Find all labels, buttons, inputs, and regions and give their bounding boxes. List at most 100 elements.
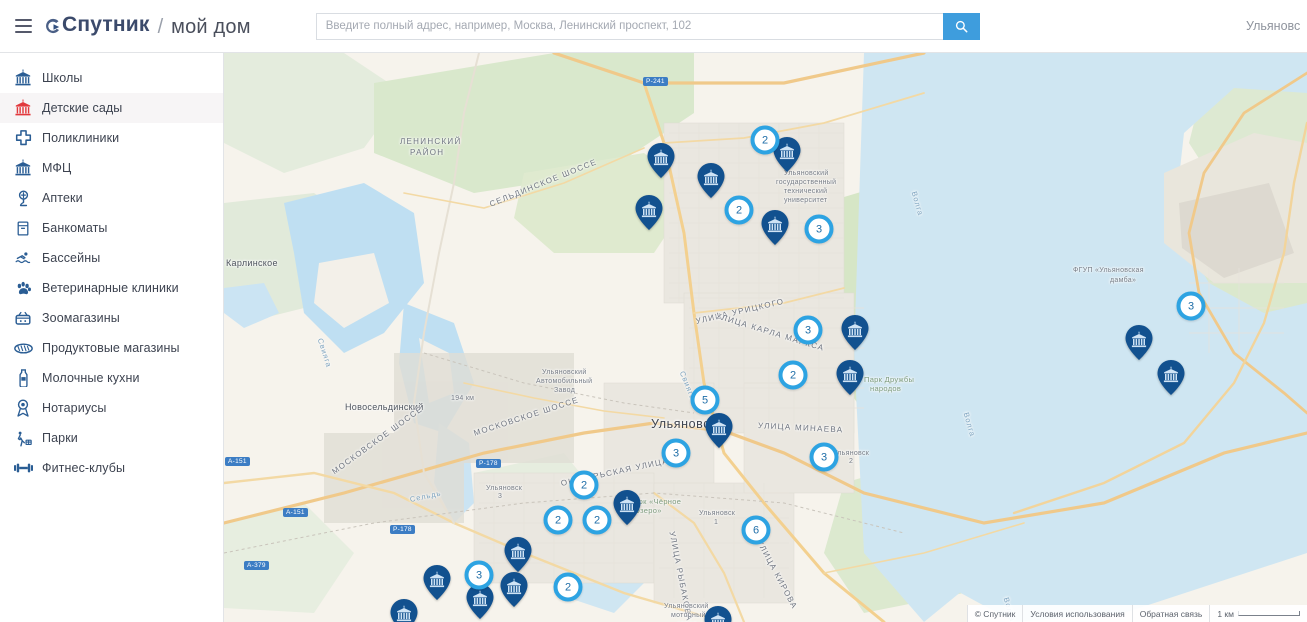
road-shield: А-151: [283, 508, 308, 517]
sidebar-item-13[interactable]: Фитнес-клубы: [0, 453, 223, 483]
sidebar-item-label: Школы: [42, 71, 83, 85]
map-cluster-marker[interactable]: 2: [750, 125, 780, 155]
map-cluster-marker[interactable]: 2: [778, 360, 808, 390]
sidebar-item-label: Поликлиники: [42, 131, 120, 145]
map-canvas[interactable]: ЛЕНИНСКИЙ РАЙОН СЕЛЬДИНСКОЕ ШОССЕ Карлинско…: [224, 53, 1307, 622]
paw-icon: [8, 276, 38, 300]
hamburger-menu-icon[interactable]: [0, 0, 44, 53]
map-marker-pin[interactable]: [1157, 360, 1185, 395]
sidebar-item-6[interactable]: Бассейны: [0, 243, 223, 273]
scale-label: 1 км: [1217, 608, 1234, 619]
government-icon: [8, 156, 38, 180]
map-marker-pin[interactable]: [841, 315, 869, 350]
map-marker-pin[interactable]: [705, 413, 733, 448]
sidebar-item-label: Парки: [42, 431, 78, 445]
app-root: Спутник / мой дом Ульяновск Школы Детские…: [0, 0, 1307, 622]
map-cluster-marker[interactable]: 3: [793, 315, 823, 345]
search-icon: [955, 20, 968, 32]
map-marker-pin[interactable]: [390, 599, 418, 622]
sidebar-item-9[interactable]: Продуктовые магазины: [0, 333, 223, 363]
map-cluster-marker[interactable]: 3: [661, 438, 691, 468]
brand: Спутник / мой дом: [44, 13, 251, 40]
map-marker-pin[interactable]: [613, 490, 641, 525]
logo[interactable]: Спутник: [44, 13, 150, 37]
pool-icon: [8, 246, 38, 270]
sidebar-item-10[interactable]: Молочные кухни: [0, 363, 223, 393]
map-cluster-marker[interactable]: 2: [569, 470, 599, 500]
category-sidebar: Школы Детские сады Поликлиники МФЦ Аптеки Бан…: [0, 53, 224, 622]
city-name: Ульяновск: [1246, 19, 1301, 33]
road-shield: Р-178: [390, 525, 415, 534]
sidebar-item-label: Фитнес-клубы: [42, 461, 126, 475]
sidebar-item-2[interactable]: Поликлиники: [0, 123, 223, 153]
school-icon: [8, 66, 38, 90]
sidebar-item-label: Ветеринарные клиники: [42, 281, 179, 295]
sidebar-item-label: Бассейны: [42, 251, 101, 265]
sidebar-item-label: Молочные кухни: [42, 371, 140, 385]
scale-bar: [1238, 610, 1300, 616]
bread-icon: [8, 336, 38, 360]
pharmacy-icon: [8, 186, 38, 210]
sidebar-item-label: Банкоматы: [42, 221, 108, 235]
sidebar-item-12[interactable]: Парки: [0, 423, 223, 453]
map-marker-pin[interactable]: [635, 195, 663, 230]
map-marker-pin[interactable]: [500, 572, 528, 607]
bottle-icon: [8, 366, 38, 390]
map-cluster-marker[interactable]: 3: [1176, 291, 1206, 321]
copyright-label: © Спутник: [966, 605, 1023, 622]
map-cluster-marker[interactable]: 3: [464, 560, 494, 590]
sidebar-item-1[interactable]: Детские сады: [0, 93, 223, 123]
map-marker-pin[interactable]: [836, 360, 864, 395]
sidebar-item-8[interactable]: Зоомагазины: [0, 303, 223, 333]
park-icon: [8, 426, 38, 450]
sidebar-item-7[interactable]: Ветеринарные клиники: [0, 273, 223, 303]
map-marker-pin[interactable]: [423, 565, 451, 600]
map-cluster-marker[interactable]: 2: [582, 505, 612, 535]
road-shield: Р-241: [643, 77, 668, 86]
sidebar-item-label: Продуктовые магазины: [42, 341, 180, 355]
road-shield: А-379: [244, 561, 269, 570]
map-marker-pin[interactable]: [1125, 325, 1153, 360]
petshop-icon: [8, 306, 38, 330]
sidebar-item-3[interactable]: МФЦ: [0, 153, 223, 183]
map-cluster-marker[interactable]: 6: [741, 515, 771, 545]
sidebar-item-label: МФЦ: [42, 161, 72, 175]
search-input[interactable]: [315, 12, 943, 40]
map-marker-pin[interactable]: [704, 606, 732, 622]
map-cluster-marker[interactable]: 2: [724, 195, 754, 225]
map-marker-pin[interactable]: [504, 537, 532, 572]
brand-separator: /: [157, 16, 164, 39]
road-shield: А-151: [225, 457, 250, 466]
map-cluster-marker[interactable]: 5: [690, 385, 720, 415]
feedback-link[interactable]: Обратная связь: [1131, 605, 1210, 622]
sidebar-item-5[interactable]: Банкоматы: [0, 213, 223, 243]
dumbbell-icon: [8, 456, 38, 480]
map-cluster-marker[interactable]: 3: [804, 214, 834, 244]
sputnik-logo-icon: [44, 18, 61, 35]
kindergarten-icon: [8, 96, 38, 120]
sidebar-item-label: Аптеки: [42, 191, 83, 205]
logo-text: Спутник: [62, 12, 150, 36]
atm-icon: [8, 216, 38, 240]
road-shield: Р-178: [476, 459, 501, 468]
sidebar-item-label: Нотариусы: [42, 401, 107, 415]
map-cluster-marker[interactable]: 3: [809, 442, 839, 472]
map-cluster-marker[interactable]: 2: [553, 572, 583, 602]
terms-link[interactable]: Условия использования: [1022, 605, 1132, 622]
map-marker-pin[interactable]: [761, 210, 789, 245]
sidebar-item-4[interactable]: Аптеки: [0, 183, 223, 213]
sidebar-item-label: Зоомагазины: [42, 311, 120, 325]
map-marker-pin[interactable]: [647, 143, 675, 178]
map-scale: 1 км: [1209, 605, 1307, 622]
map-cluster-marker[interactable]: 2: [543, 505, 573, 535]
notary-seal-icon: [8, 396, 38, 420]
city-indicator[interactable]: Ульяновск: [1241, 19, 1301, 33]
app-subtitle: мой дом: [171, 16, 251, 39]
search-button[interactable]: [942, 12, 980, 40]
sidebar-item-0[interactable]: Школы: [0, 63, 223, 93]
sidebar-item-11[interactable]: Нотариусы: [0, 393, 223, 423]
map-attribution: © Спутник Условия использования Обратная…: [966, 605, 1307, 622]
search-bar: [315, 12, 980, 40]
clinic-cross-icon: [8, 126, 38, 150]
map-marker-pin[interactable]: [697, 163, 725, 198]
